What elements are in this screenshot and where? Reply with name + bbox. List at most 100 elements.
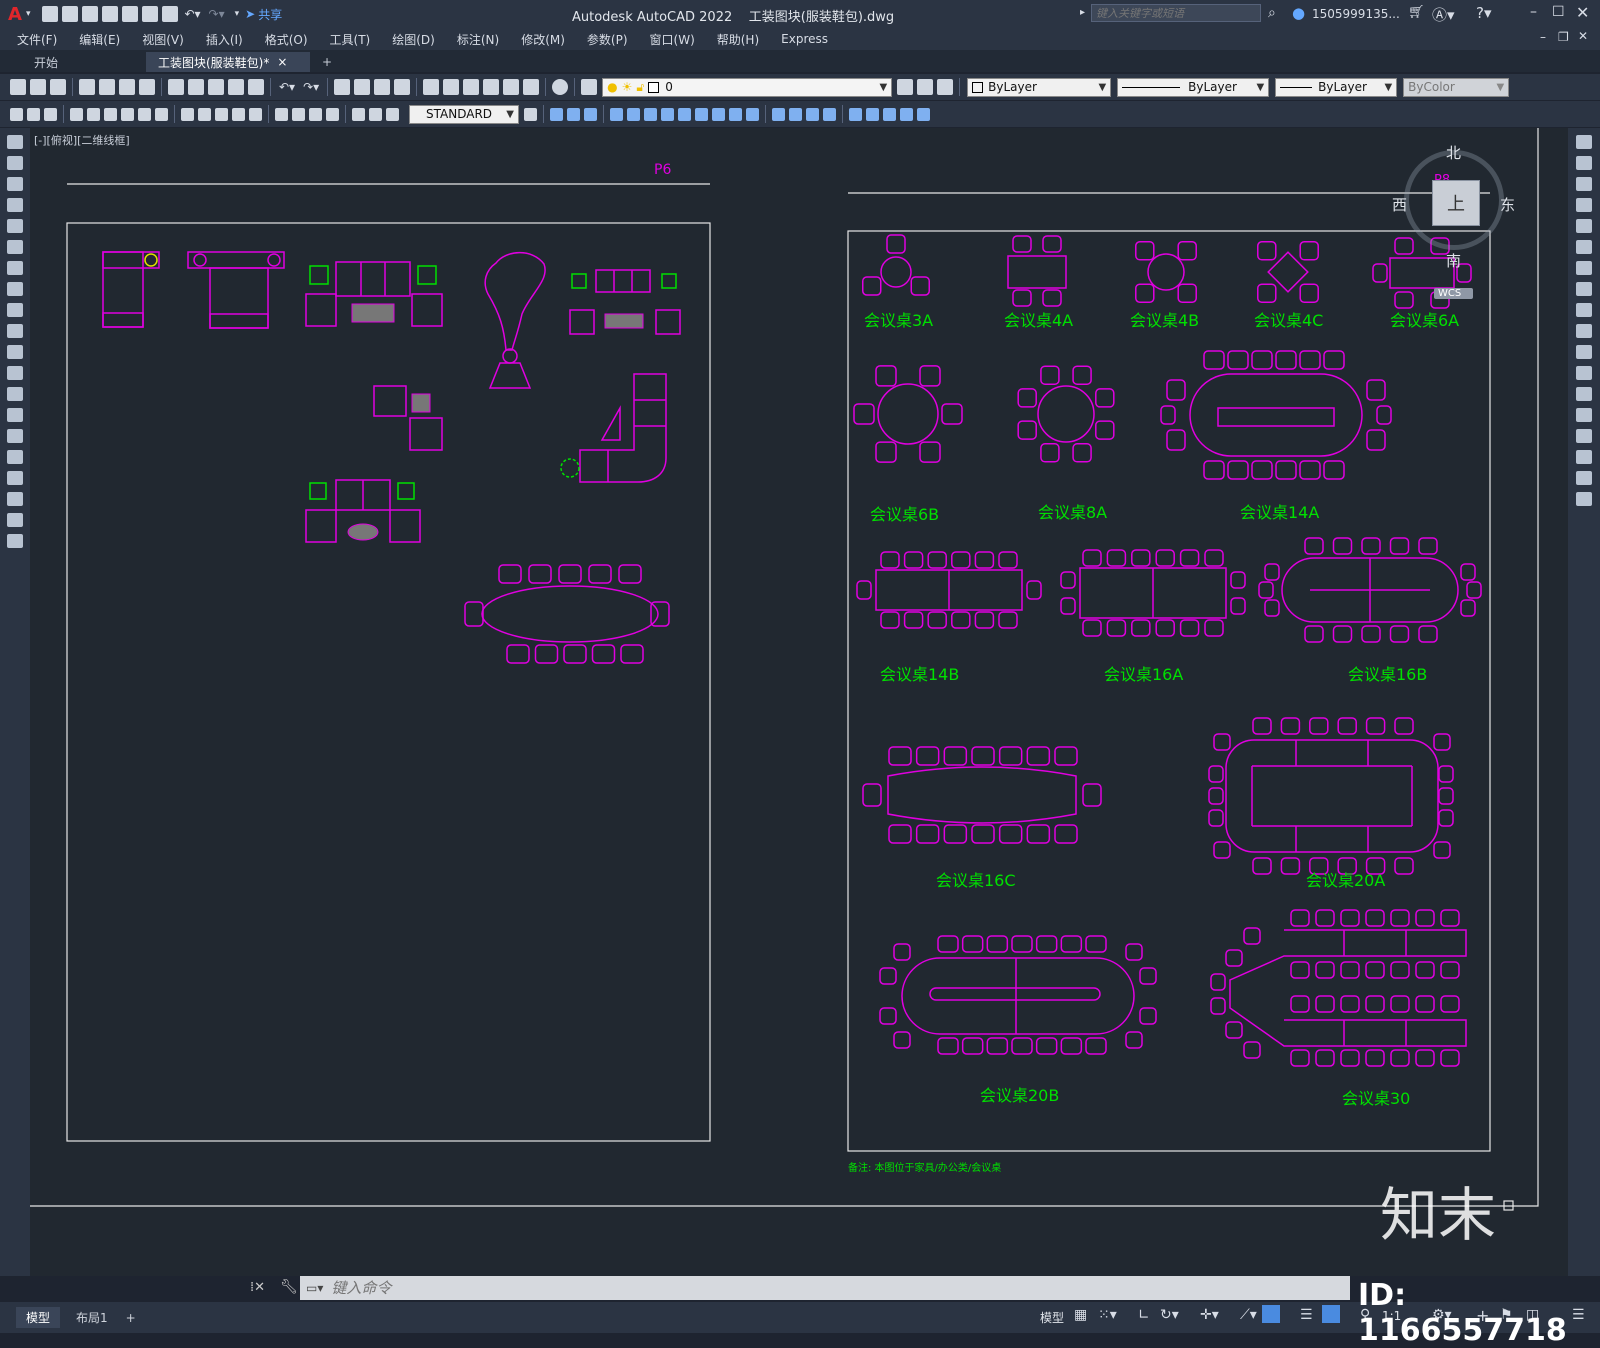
multiline-text-icon[interactable] [7,513,23,527]
dim-text-edit-icon[interactable] [369,107,382,121]
search-expand-icon[interactable]: ▸ [1080,7,1085,18]
explode-icon[interactable] [1576,492,1592,506]
tolerance-icon[interactable] [275,107,288,121]
revision-cloud-icon[interactable] [7,282,23,296]
add-layout-button[interactable]: + [118,1309,144,1327]
fillet-icon[interactable] [789,107,802,121]
minimize-icon[interactable]: – [1530,4,1537,20]
mirror-icon[interactable] [1576,177,1592,191]
ellipse-arc-icon[interactable] [7,345,23,359]
extend-icon[interactable] [1576,345,1592,359]
draworder-above-icon[interactable] [883,107,896,121]
new-file-icon[interactable] [42,6,59,22]
dim-baseline-icon[interactable] [198,107,211,121]
copy-icon[interactable] [188,79,204,95]
command-close-icon[interactable]: ⁞✕ [250,1280,265,1295]
stretch-icon[interactable] [1576,303,1592,317]
plot-icon[interactable] [162,6,179,22]
dim-style-icon[interactable] [524,107,537,121]
publish-icon[interactable] [119,79,135,95]
color-combo[interactable]: ByLayer ▼ [967,77,1112,97]
erase-icon[interactable] [550,107,563,121]
offset-icon[interactable] [1576,198,1592,212]
compass-west[interactable]: 西 [1392,194,1407,215]
menu-help[interactable]: 帮助(H) [706,31,770,48]
viewcube-top-face[interactable]: 上 [1432,180,1480,226]
new-tab-button[interactable]: + [310,52,344,72]
user-icon[interactable]: ● [1292,4,1305,22]
fillet-icon[interactable] [1576,450,1592,464]
join-icon[interactable] [1576,408,1592,422]
menu-view[interactable]: 视图(V) [131,31,195,48]
autodesk-app-icon[interactable]: Ⓐ▾ [1432,4,1455,25]
region-icon[interactable] [7,471,23,485]
menu-draw[interactable]: 绘图(D) [381,31,446,48]
rotate-icon[interactable] [661,107,674,121]
dim-update-icon[interactable] [386,107,399,121]
compass-south[interactable]: 南 [1446,250,1461,271]
jogged-linear-icon[interactable] [326,107,339,121]
stretch-icon[interactable] [695,107,708,121]
grid-icon[interactable]: ▦ [1074,1307,1087,1323]
compass-north[interactable]: 北 [1446,142,1461,163]
polyline-icon[interactable] [7,177,23,191]
customize-icon[interactable]: 🔧︎ [280,1279,298,1295]
polar-icon[interactable]: ↻▾ [1160,1307,1179,1323]
help-icon[interactable]: ?▾ [1476,4,1492,22]
redo-icon[interactable]: ↷▾ [303,80,319,94]
sheet-set-icon[interactable] [483,79,500,95]
copy-object-icon[interactable] [567,107,580,121]
chevron-down-icon[interactable]: ▼ [1496,82,1504,93]
blend-icon[interactable] [1576,471,1592,485]
ellipse-icon[interactable] [7,324,23,338]
status-model-toggle[interactable]: 模型 [1040,1309,1064,1326]
break-icon[interactable] [1576,387,1592,401]
layer-lock-icon[interactable]: 🔓︎ [636,80,644,95]
qnew-icon[interactable] [10,79,26,95]
plotstyle-combo[interactable]: ByColor ▼ [1403,77,1510,97]
quick-dim-icon[interactable] [10,107,23,121]
erase-icon[interactable] [1576,135,1592,149]
chevron-down-icon[interactable]: ▼ [1098,82,1106,93]
menu-edit[interactable]: 编辑(E) [68,31,131,48]
add-selected-icon[interactable] [7,534,23,548]
menu-format[interactable]: 格式(O) [254,31,319,48]
menu-dimension[interactable]: 标注(N) [446,31,510,48]
doc-close-icon[interactable]: ✕ [1578,29,1588,43]
3d-print-icon[interactable] [139,79,155,95]
draworder-back-icon[interactable] [866,107,879,121]
tool-palettes-icon[interactable] [463,79,480,95]
command-line[interactable]: ▭▾ [300,1276,1350,1300]
tab-start[interactable]: 开始 [22,52,146,72]
dim-break-icon[interactable] [249,107,262,121]
break-icon[interactable] [746,107,759,121]
extend-icon[interactable] [729,107,742,121]
layout-tab-model[interactable]: 模型 [16,1307,61,1328]
pan-icon[interactable] [334,79,351,95]
offset-icon[interactable] [610,107,623,121]
open-icon[interactable] [30,79,46,95]
cart-icon[interactable]: 🛒︎ [1408,5,1425,20]
copy-icon[interactable] [1576,156,1592,170]
line-icon[interactable] [7,135,23,149]
markup-icon[interactable] [503,79,520,95]
osnap-icon[interactable] [1262,1305,1280,1323]
join-icon[interactable] [823,107,836,121]
arc-icon[interactable] [7,240,23,254]
publish-icon[interactable] [122,6,139,22]
quick-leader-icon[interactable] [181,107,194,121]
layer-state-icon[interactable] [937,79,954,95]
dim-diameter-icon[interactable] [138,107,151,121]
plot-icon[interactable] [79,79,95,95]
chamfer-icon[interactable] [1576,429,1592,443]
array-icon[interactable] [627,107,640,121]
make-current-icon[interactable] [897,79,914,95]
gradient-icon[interactable] [7,450,23,464]
move-icon[interactable] [644,107,657,121]
move-icon[interactable] [1576,240,1592,254]
menu-tools[interactable]: 工具(T) [319,31,382,48]
dim-space-icon[interactable] [232,107,245,121]
layout-tab-1[interactable]: 布局1 [66,1307,118,1328]
circle-icon[interactable] [7,261,23,275]
menu-modify[interactable]: 修改(M) [510,31,576,48]
